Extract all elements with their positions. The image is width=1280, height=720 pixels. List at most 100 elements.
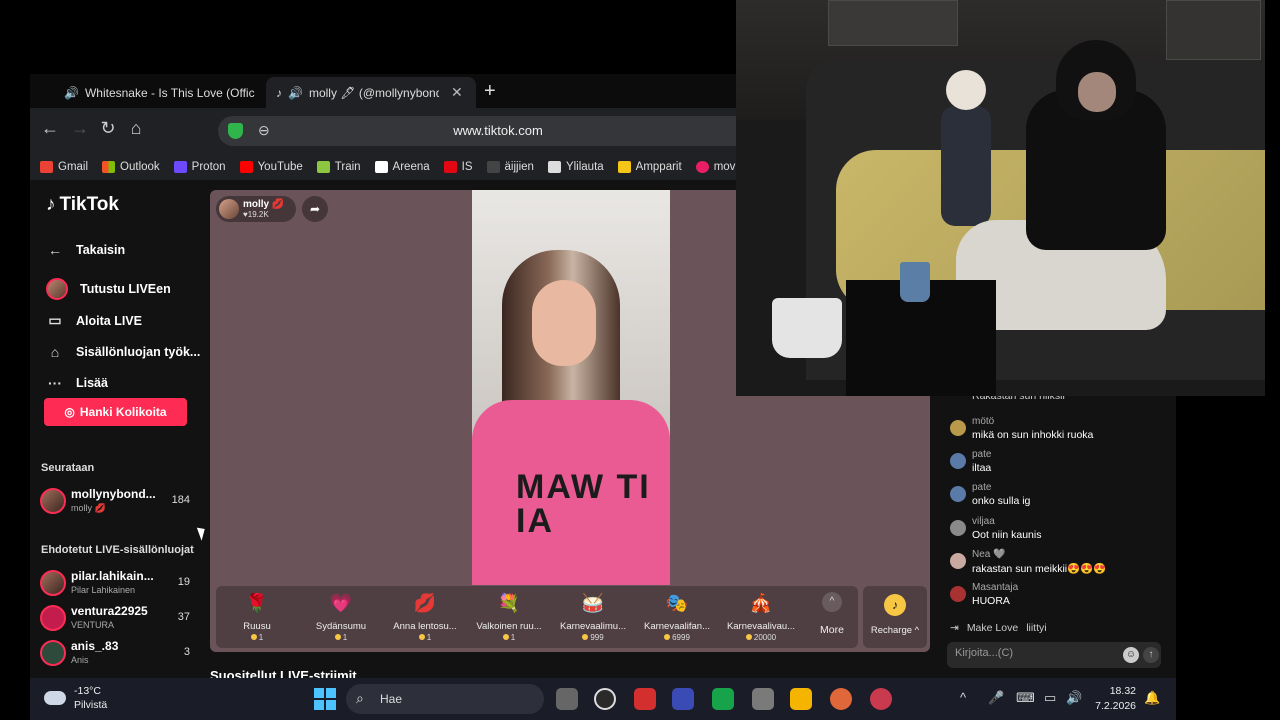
folder-icon[interactable] xyxy=(790,688,812,710)
coin-icon xyxy=(582,634,589,640)
bookmark-proton[interactable]: Proton xyxy=(173,161,226,173)
suggested-account[interactable]: ventura22925 VENTURA 37 xyxy=(40,603,192,633)
video-frame[interactable]: MAW TI IA xyxy=(472,190,670,585)
sidebar-item-more[interactable]: ··· Lisää xyxy=(46,375,108,391)
stats-icon[interactable] xyxy=(712,688,734,710)
person-shape xyxy=(956,30,1166,330)
gift-white-rose[interactable]: 💐 Valkoinen ruu... 1 xyxy=(468,590,550,642)
address-bar[interactable]: ⊖ www.tiktok.com xyxy=(218,116,778,146)
chat-message[interactable]: Masantaja HUORA xyxy=(950,582,1150,612)
app-icon[interactable] xyxy=(870,688,892,710)
chat-text-field[interactable] xyxy=(955,647,1105,659)
sidebar-item-explore-live[interactable]: Tutustu LIVEen xyxy=(46,278,171,300)
bookmark-icon xyxy=(486,161,500,173)
share-icon[interactable]: ➦ xyxy=(302,196,328,222)
gift-carnival-float[interactable]: 🎪 Karnevaalivau... 20000 xyxy=(720,590,802,642)
microphone-icon[interactable]: 🎤 xyxy=(988,690,1004,706)
gift-carnival-fan[interactable]: 🎭 Karnevaalifan... 6999 xyxy=(636,590,718,642)
avatar xyxy=(40,640,66,666)
following-account[interactable]: mollynybond... molly 💋 184 xyxy=(40,486,192,516)
bookmark-areena[interactable]: Areena xyxy=(374,161,430,173)
coin-icon xyxy=(418,634,425,640)
chevron-up-icon[interactable]: ^ xyxy=(960,690,966,705)
back-link[interactable]: ← Takaisin xyxy=(46,242,125,258)
emoji-icon[interactable]: ☺ xyxy=(1123,647,1139,663)
app-icon[interactable] xyxy=(634,688,656,710)
weather-widget[interactable]: -13°C Pilvistä xyxy=(44,684,107,712)
avatar xyxy=(950,553,966,569)
doll-shape xyxy=(936,70,996,230)
close-icon[interactable]: ✕ xyxy=(451,84,463,101)
task-view-icon[interactable] xyxy=(556,688,578,710)
volume-icon[interactable]: 🔊 xyxy=(1066,690,1082,706)
coin-icon: ◎ xyxy=(64,405,75,419)
tiktok-logo[interactable]: ♪ TikTok xyxy=(46,194,119,216)
new-tab-button[interactable]: + xyxy=(484,80,496,103)
coin-icon xyxy=(664,634,671,640)
avatar xyxy=(950,520,966,536)
recharge-button[interactable]: ♪ Recharge ^ xyxy=(863,586,927,648)
gift-heart-mist[interactable]: 💗 Sydänsumu 1 xyxy=(300,590,382,642)
search-icon: ⌕ xyxy=(356,690,364,706)
cabinet-shape xyxy=(1166,0,1261,60)
youtube-icon xyxy=(239,161,253,173)
calculator-icon[interactable] xyxy=(752,688,774,710)
live-chat: Rakastan sun niiksii mötö mikä on sun inh… xyxy=(940,390,1161,678)
ylilauta-icon xyxy=(547,161,561,173)
taskbar: -13°C Pilvistä ⌕ Hae ^ 🎤 ⌨ ▭ 🔊 18.32 7.2.2… xyxy=(30,678,1176,720)
suggested-account[interactable]: anis_.83 Anis 3 xyxy=(40,638,192,668)
bookmark-aijjien[interactable]: äijjien xyxy=(486,161,534,173)
tab-tiktok[interactable]: ♪ 🔊 molly 🖋 (@mollynybonde ✕ xyxy=(266,77,476,108)
back-arrow-icon[interactable]: ← xyxy=(38,118,62,139)
bookmark-is[interactable]: IS xyxy=(443,161,473,173)
areena-icon xyxy=(374,161,388,173)
avatar xyxy=(40,488,66,514)
suggested-account[interactable]: pilar.lahikain... Pilar Lahikainen 19 xyxy=(40,568,192,598)
tab-youtube[interactable]: 🔊 Whitesnake - Is This Love (Offic xyxy=(48,77,258,108)
is-icon xyxy=(443,161,457,173)
chat-message[interactable]: mötö mikä on sun inhokki ruoka xyxy=(950,416,1150,446)
heart-icon: 💗 xyxy=(329,593,353,613)
more-gifts-button[interactable]: ^ More xyxy=(812,592,852,636)
forward-arrow-icon[interactable]: → xyxy=(68,118,92,139)
chat-message[interactable]: Nea 🩶 rakastan sun meikkii😍😍😍 xyxy=(950,549,1150,579)
clock[interactable]: 18.32 7.2.2026 xyxy=(1094,684,1136,714)
tab-label: Whitesnake - Is This Love (Offic xyxy=(84,85,255,100)
bookmark-ampparit[interactable]: Ampparit xyxy=(617,161,682,173)
gift-bar: 🌹 Ruusu 1 💗 Sydänsumu 1 💋 Anna lentosu... 1 💐 V… xyxy=(216,586,858,648)
taskbar-search[interactable]: ⌕ Hae xyxy=(346,684,544,714)
bookmark-youtube[interactable]: YouTube xyxy=(239,161,303,173)
windows-start-icon[interactable] xyxy=(314,688,336,710)
keyboard-icon[interactable]: ⌨ xyxy=(1016,690,1035,706)
bookmark-outlook[interactable]: Outlook xyxy=(102,161,160,173)
get-coins-button[interactable]: ◎ Hanki Kolikoita xyxy=(44,398,187,426)
enter-icon: ⇥ xyxy=(950,622,959,634)
coin-icon xyxy=(745,634,752,640)
bookmark-train[interactable]: Train xyxy=(316,161,361,173)
gift-rose[interactable]: 🌹 Ruusu 1 xyxy=(216,590,298,642)
chat-message[interactable]: pate onko sulla ig xyxy=(950,482,1150,512)
chevron-up-icon: ^ xyxy=(822,592,842,612)
chrome-icon[interactable] xyxy=(594,688,616,710)
browser-app-icon[interactable] xyxy=(830,688,852,710)
train-icon xyxy=(316,161,330,173)
network-icon[interactable]: ▭ xyxy=(1044,690,1056,706)
host-badge[interactable]: molly 💋 ♥19.2K xyxy=(216,196,296,222)
suggested-title: Ehdotetut LIVE-sisällönluojat xyxy=(41,544,194,556)
gift-carnival-drum[interactable]: 🥁 Karnevaalimu... 999 xyxy=(552,590,634,642)
cabinet-shape xyxy=(828,0,958,46)
chat-message[interactable]: viljaa Oot niin kaunis xyxy=(950,516,1150,546)
notification-icon[interactable]: 🔔 xyxy=(1144,690,1160,706)
avatar xyxy=(40,605,66,631)
chat-message[interactable]: pate iltaa xyxy=(950,449,1150,479)
bookmark-gmail[interactable]: Gmail xyxy=(40,161,88,173)
sidebar-item-creator-tools[interactable]: ⌂ Sisällönluojan työk... xyxy=(46,344,201,360)
reload-icon[interactable]: ↻ xyxy=(96,118,120,139)
bookmark-ylilauta[interactable]: Ylilauta xyxy=(547,161,604,173)
home-icon[interactable]: ⌂ xyxy=(124,118,148,139)
obs-icon[interactable] xyxy=(672,688,694,710)
chat-input[interactable]: ☺ ↑ xyxy=(947,642,1161,668)
sidebar-item-go-live[interactable]: ▭ Aloita LIVE xyxy=(46,312,142,329)
send-icon[interactable]: ↑ xyxy=(1143,647,1159,663)
gift-kiss[interactable]: 💋 Anna lentosu... 1 xyxy=(384,590,466,642)
